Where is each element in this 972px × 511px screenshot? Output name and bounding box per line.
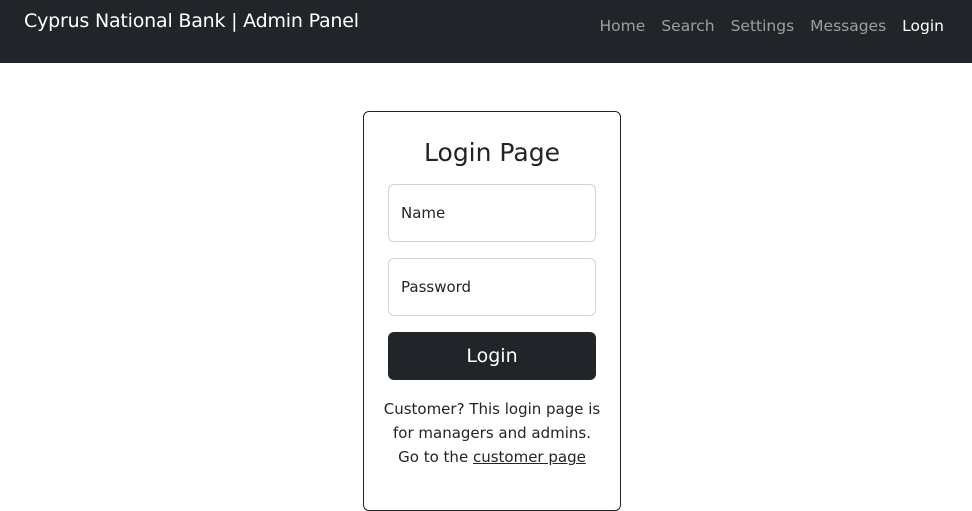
nav-link-settings[interactable]: Settings [723, 16, 803, 36]
nav-links: Home Search Settings Messages Login [592, 16, 952, 36]
name-field[interactable]: Name [388, 184, 596, 242]
brand-title[interactable]: Cyprus National Bank | Admin Panel [24, 10, 359, 32]
password-field[interactable]: Password [388, 258, 596, 316]
nav-link-messages[interactable]: Messages [802, 16, 894, 36]
name-input[interactable] [389, 185, 595, 241]
nav-link-search[interactable]: Search [653, 16, 722, 36]
customer-page-link[interactable]: customer page [473, 448, 586, 466]
password-input[interactable] [389, 259, 595, 315]
login-card: Login Page Name Password Login Customer?… [363, 111, 621, 511]
login-title: Login Page [424, 138, 560, 167]
note-line-3: Go to the customer page [378, 445, 606, 469]
login-note: Customer? This login page is for manager… [378, 397, 606, 469]
nav-link-login[interactable]: Login [894, 16, 952, 36]
note-line-2: for managers and admins. [393, 424, 591, 442]
note-line-3-prefix: Go to the [398, 448, 469, 466]
top-navbar: Cyprus National Bank | Admin Panel Home … [0, 0, 972, 63]
note-line-1: Customer? This login page is [383, 400, 601, 418]
nav-link-home[interactable]: Home [592, 16, 654, 36]
login-button[interactable]: Login [388, 332, 596, 380]
